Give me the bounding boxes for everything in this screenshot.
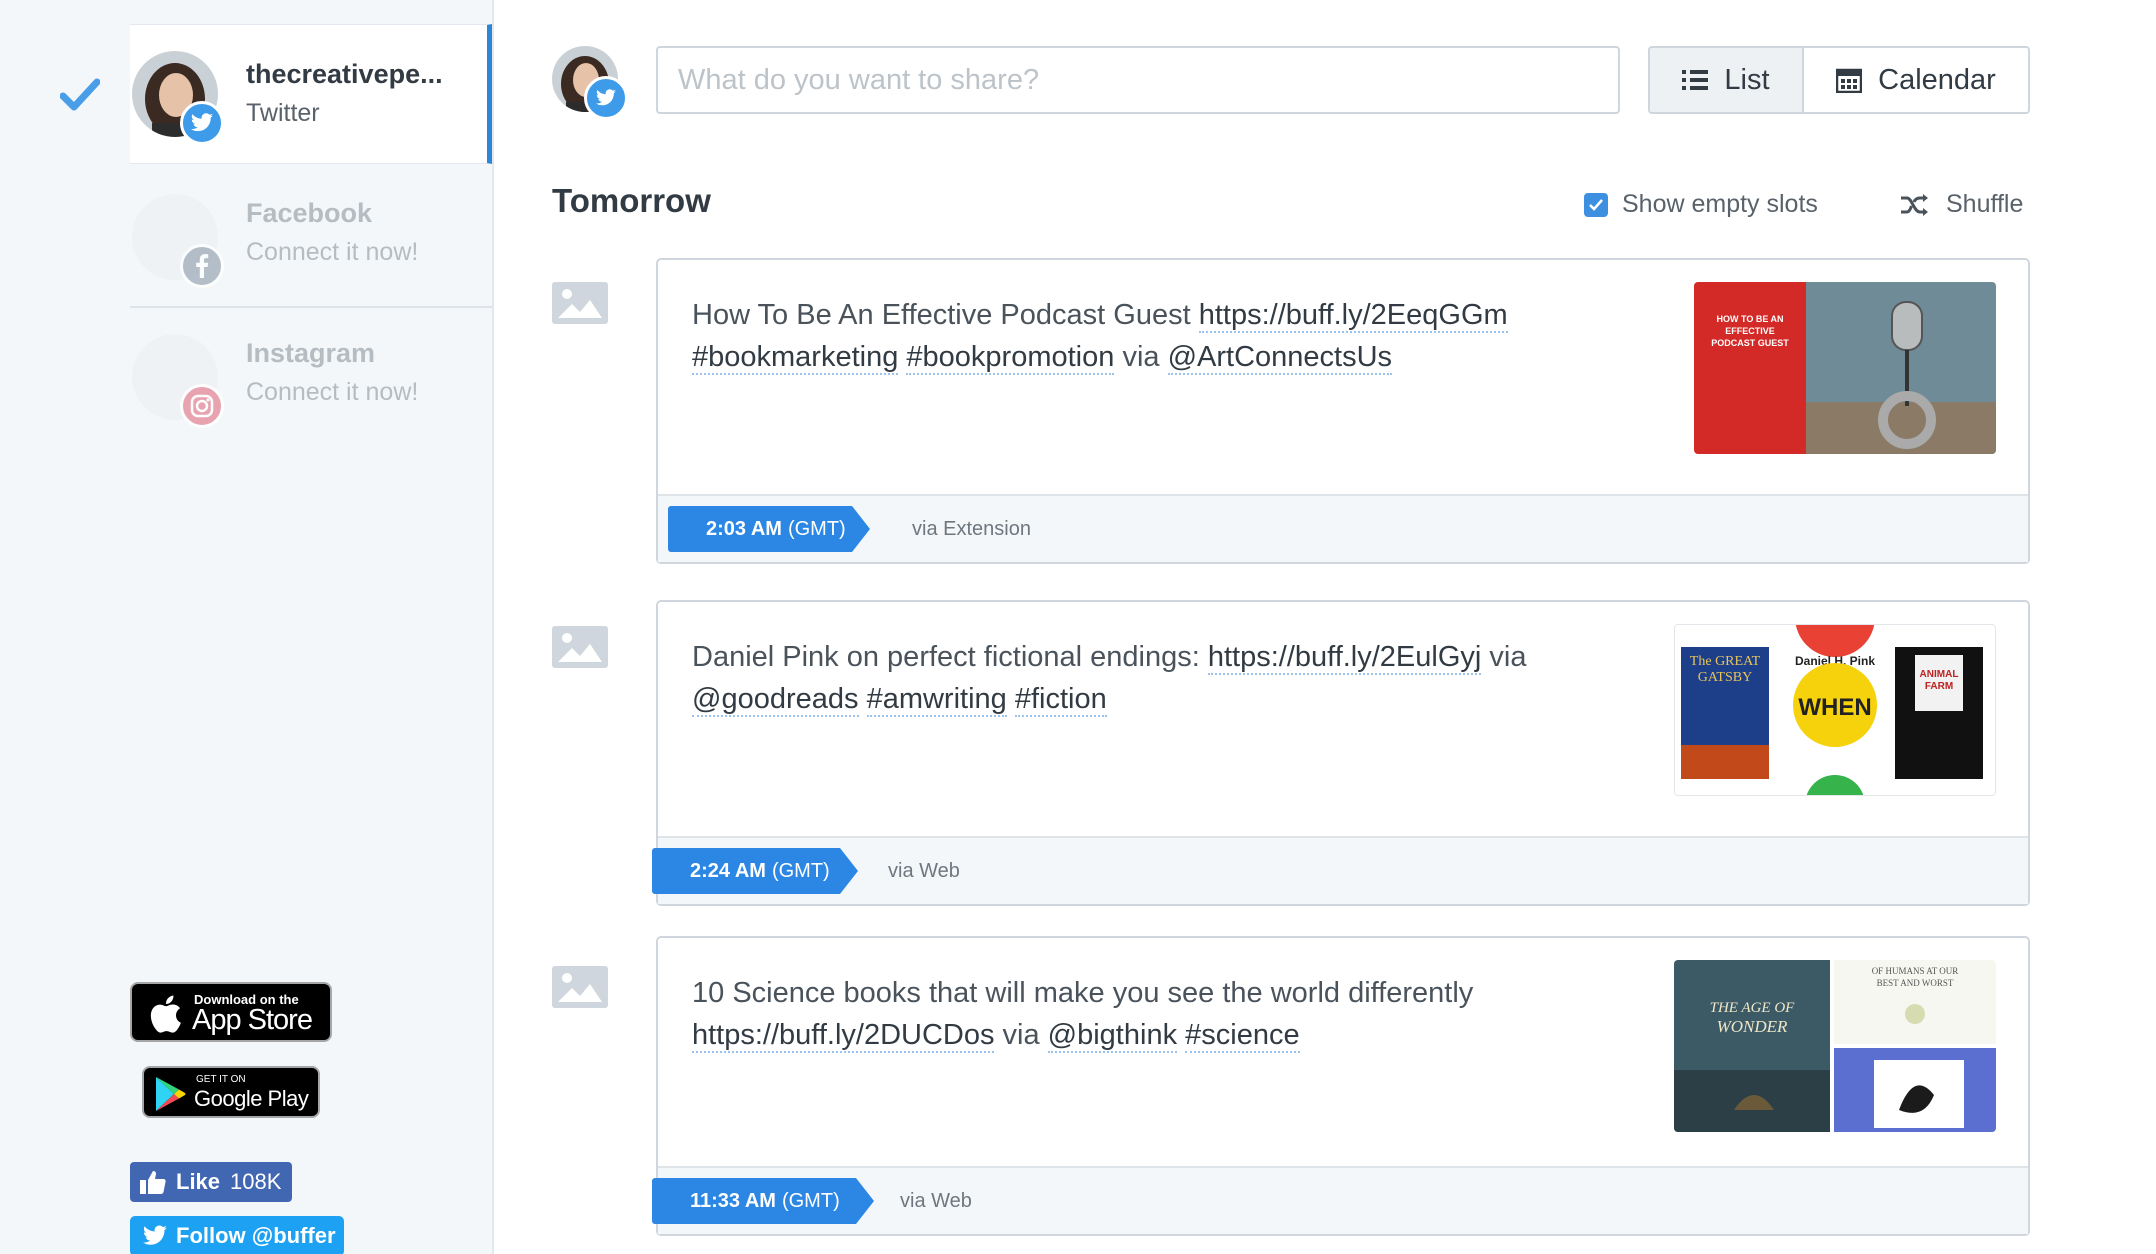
- account-name: Instagram: [246, 338, 376, 368]
- time-tag[interactable]: 11:33 AM (GMT): [652, 1178, 874, 1224]
- hashtag[interactable]: #science: [1185, 1019, 1300, 1053]
- account-name: thecreativepe...: [246, 59, 443, 89]
- post-footer: 2:24 AM (GMT) via Web: [658, 836, 2028, 904]
- post-source: via Web: [888, 860, 960, 882]
- post-thumbnail[interactable]: HOW TO BE AN EFFECTIVE PODCAST GUEST: [1694, 282, 1996, 454]
- list-icon: [1682, 70, 1709, 90]
- post-text: How To Be An Effective Podcast Guest htt…: [692, 299, 1508, 375]
- sidebar-account-facebook[interactable]: Facebook Connect it now!: [130, 168, 492, 308]
- sidebar-account-twitter[interactable]: thecreativepe... Twitter: [130, 24, 492, 164]
- avatar-placeholder: [132, 194, 224, 288]
- twitter-icon: [584, 76, 628, 120]
- post-footer: 11:33 AM (GMT) via Web: [658, 1166, 2028, 1234]
- svg-text:FARM: FARM: [1925, 681, 1953, 692]
- follow-label: Follow @buffer: [176, 1223, 336, 1248]
- google-play-icon: [156, 1077, 186, 1111]
- app-store-big: App Store: [192, 1004, 313, 1036]
- post-thumbnail[interactable]: The GREAT GATSBY Daniel H. Pink WHEN ANI…: [1674, 624, 1996, 796]
- list-view-button[interactable]: List: [1650, 48, 1804, 112]
- post-thumbnail[interactable]: THE AGE OF WONDER OF HUMANS AT OUR BEST …: [1674, 960, 1996, 1132]
- svg-text:WONDER: WONDER: [1717, 1017, 1788, 1036]
- post-text: 10 Science books that will make you see …: [692, 977, 1474, 1053]
- image-placeholder-icon[interactable]: [552, 966, 608, 1008]
- facebook-like-button[interactable]: Like 108K: [130, 1162, 292, 1202]
- queued-post[interactable]: Daniel Pink on perfect fictional endings…: [656, 600, 2030, 906]
- queued-post[interactable]: 10 Science books that will make you see …: [656, 936, 2030, 1236]
- avatar-placeholder: [132, 334, 224, 428]
- svg-text:BEST AND WORST: BEST AND WORST: [1877, 978, 1954, 988]
- shuffle-button[interactable]: Shuffle: [1900, 190, 2023, 219]
- image-placeholder-icon[interactable]: [552, 626, 608, 668]
- post-link[interactable]: https://buff.ly/2DUCDos: [692, 1019, 995, 1053]
- svg-text:EFFECTIVE: EFFECTIVE: [1725, 326, 1775, 336]
- image-placeholder-icon[interactable]: [552, 282, 608, 324]
- svg-text:HOW TO BE AN: HOW TO BE AN: [1717, 314, 1784, 324]
- shuffle-label: Shuffle: [1946, 190, 2024, 218]
- google-play-small: GET IT ON: [196, 1074, 246, 1085]
- avatar: [132, 51, 224, 145]
- calendar-view-button[interactable]: Calendar: [1804, 48, 2028, 112]
- account-network: Twitter: [246, 99, 320, 127]
- apple-icon: [150, 995, 181, 1033]
- svg-text:GATSBY: GATSBY: [1698, 670, 1752, 685]
- svg-text:THE AGE OF: THE AGE OF: [1710, 1000, 1796, 1016]
- twitter-follow-button[interactable]: Follow @buffer: [130, 1216, 344, 1254]
- svg-text:OF HUMANS AT OUR: OF HUMANS AT OUR: [1872, 966, 1959, 976]
- time-tag[interactable]: 2:24 AM (GMT): [652, 848, 858, 894]
- hashtag[interactable]: #bookpromotion: [906, 341, 1115, 375]
- post-footer: 2:03 AM (GMT) via Extension: [658, 494, 2028, 562]
- shuffle-icon: [1901, 193, 1928, 216]
- hashtag[interactable]: #amwriting: [866, 683, 1007, 717]
- app-store-button[interactable]: Download on the App Store: [130, 982, 332, 1042]
- time-tag[interactable]: 2:03 AM (GMT): [668, 506, 870, 552]
- check-icon: [60, 78, 100, 111]
- connect-link[interactable]: Connect it now!: [246, 238, 418, 267]
- sidebar-account-instagram[interactable]: Instagram Connect it now!: [130, 308, 492, 448]
- empty-slots-checkbox[interactable]: [1584, 192, 1608, 217]
- day-title: Tomorrow: [552, 182, 711, 219]
- list-label: List: [1724, 63, 1770, 96]
- google-play-button[interactable]: GET IT ON Google Play: [142, 1066, 320, 1118]
- composer-avatar: [552, 46, 632, 126]
- like-label: Like: [176, 1169, 221, 1194]
- twitter-icon: [180, 101, 224, 145]
- like-count: 108K: [230, 1169, 282, 1194]
- connect-link[interactable]: Connect it now!: [246, 378, 418, 407]
- mention[interactable]: @bigthink: [1047, 1019, 1178, 1053]
- account-name: Facebook: [246, 198, 373, 228]
- facebook-icon: [180, 244, 224, 288]
- instagram-icon: [180, 384, 224, 428]
- queued-post[interactable]: How To Be An Effective Podcast Guest htt…: [656, 258, 2030, 564]
- calendar-label: Calendar: [1878, 63, 1996, 96]
- hashtag[interactable]: #bookmarketing: [692, 341, 899, 375]
- mention[interactable]: @ArtConnectsUs: [1167, 341, 1393, 375]
- mention[interactable]: @goodreads: [692, 683, 859, 717]
- twitter-icon: [143, 1225, 167, 1245]
- view-toggle: List Calendar: [1648, 46, 2030, 114]
- thumbs-up-icon: [140, 1171, 166, 1194]
- post-source: via Extension: [912, 518, 1031, 540]
- post-link[interactable]: https://buff.ly/2EulGyj: [1207, 641, 1482, 675]
- calendar-icon: [1836, 68, 1863, 93]
- post-source: via Web: [900, 1190, 972, 1212]
- show-empty-slots-toggle[interactable]: Show empty slots: [1584, 190, 1818, 219]
- google-play-big: Google Play: [194, 1086, 309, 1111]
- svg-text:The GREAT: The GREAT: [1690, 654, 1761, 669]
- post-text: Daniel Pink on perfect fictional endings…: [692, 641, 1527, 717]
- svg-text:ANIMAL: ANIMAL: [1920, 669, 1959, 680]
- hashtag[interactable]: #fiction: [1014, 683, 1107, 717]
- post-link[interactable]: https://buff.ly/2EeqGGm: [1198, 299, 1508, 333]
- sidebar: thecreativepe... Twitter Facebook Connec…: [0, 0, 494, 1254]
- share-input[interactable]: [656, 46, 1620, 114]
- svg-text:PODCAST GUEST: PODCAST GUEST: [1711, 338, 1789, 348]
- svg-text:WHEN: WHEN: [1798, 694, 1871, 721]
- empty-slots-label: Show empty slots: [1622, 190, 1818, 218]
